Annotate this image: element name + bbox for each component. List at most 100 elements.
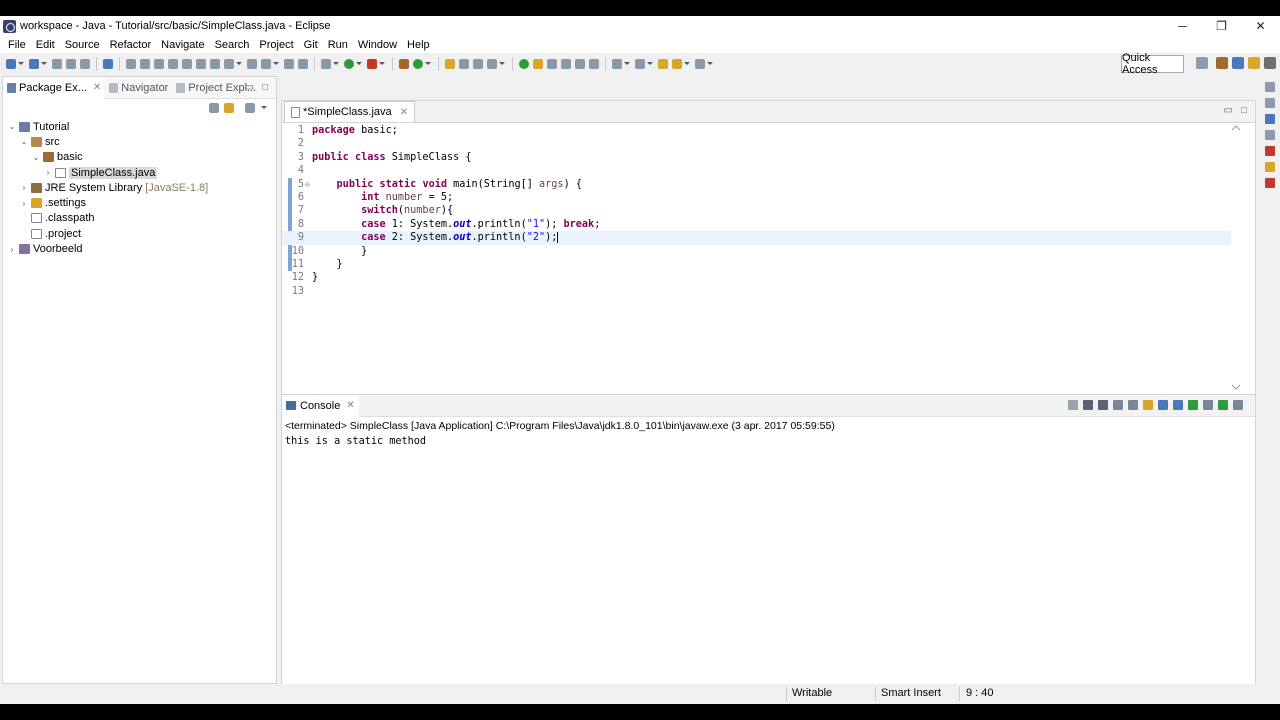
maximize-editor-icon[interactable]: □ bbox=[1241, 105, 1247, 116]
back-icon[interactable] bbox=[672, 59, 682, 69]
open-dropdown-icon[interactable] bbox=[41, 62, 47, 66]
tree-item-jre-library[interactable]: › JRE System Library [JavaSE-1.8] bbox=[3, 180, 276, 195]
error-log-icon[interactable] bbox=[1265, 146, 1275, 156]
step-into-icon[interactable] bbox=[140, 59, 150, 69]
code-line[interactable]: 7 switch(number){ bbox=[282, 204, 1231, 217]
save-all-icon[interactable] bbox=[66, 59, 76, 69]
open-perspective-icon[interactable] bbox=[1196, 57, 1208, 69]
disconnect-icon[interactable] bbox=[247, 59, 257, 69]
java-ee-perspective-icon[interactable] bbox=[1216, 57, 1228, 69]
step-filter-icon[interactable] bbox=[284, 59, 294, 69]
open-type-icon[interactable] bbox=[445, 59, 455, 69]
use-step-filters-icon[interactable] bbox=[196, 59, 206, 69]
expand-arrow-icon[interactable]: › bbox=[43, 168, 53, 177]
menu-help[interactable]: Help bbox=[402, 39, 435, 51]
expand-arrow-icon[interactable]: › bbox=[19, 183, 29, 192]
code-line[interactable]: 6 int number = 5; bbox=[282, 191, 1231, 204]
last-edit-location-icon[interactable] bbox=[658, 59, 668, 69]
new-class-dropdown-icon[interactable] bbox=[425, 62, 431, 66]
forward-icon[interactable] bbox=[695, 59, 705, 69]
remove-launch-icon[interactable] bbox=[1082, 400, 1093, 410]
minimize-button[interactable]: ─ bbox=[1163, 16, 1202, 36]
skip-breakpoints-icon[interactable] bbox=[126, 59, 136, 69]
collapse-arrow-icon[interactable]: ⌄ bbox=[7, 122, 17, 131]
expand-arrow-icon[interactable]: › bbox=[19, 199, 29, 208]
tab-package-explorer[interactable]: Package Ex... ✕ bbox=[3, 76, 106, 99]
menu-project[interactable]: Project bbox=[254, 39, 298, 51]
editor-vertical-scrollbar[interactable] bbox=[1229, 123, 1243, 393]
scroll-lock-icon[interactable] bbox=[1127, 400, 1138, 410]
git-perspective-icon[interactable] bbox=[1248, 57, 1260, 69]
problems-icon[interactable] bbox=[1265, 130, 1275, 140]
restore-button[interactable]: ❐ bbox=[1202, 16, 1241, 36]
menu-run[interactable]: Run bbox=[323, 39, 353, 51]
view-menu-icon[interactable] bbox=[261, 106, 267, 110]
new-java-package-icon[interactable] bbox=[399, 59, 409, 69]
code-line[interactable]: 11 } bbox=[282, 258, 1231, 271]
menu-file[interactable]: File bbox=[3, 39, 31, 51]
menu-git[interactable]: Git bbox=[299, 39, 323, 51]
code-line[interactable]: 9 case 2: System.out.println("2"); bbox=[282, 231, 1231, 245]
task-list-icon[interactable] bbox=[1265, 98, 1275, 108]
search-icon[interactable] bbox=[473, 59, 483, 69]
tree-item-simpleclass-java[interactable]: › SimpleClass.java bbox=[3, 165, 276, 180]
show-source-icon[interactable] bbox=[575, 59, 585, 69]
fold-toggle-icon[interactable]: ⊖ bbox=[305, 178, 310, 191]
run-dropdown-icon[interactable] bbox=[356, 62, 362, 66]
external-tools-dropdown-icon[interactable] bbox=[379, 62, 385, 66]
menu-search[interactable]: Search bbox=[210, 39, 255, 51]
tab-simpleclass-java[interactable]: *SimpleClass.java ✕ bbox=[284, 101, 416, 122]
resume-icon[interactable] bbox=[210, 59, 220, 69]
suspend-icon[interactable] bbox=[224, 59, 234, 69]
annotation-icon[interactable] bbox=[487, 59, 497, 69]
minimize-panel-icon[interactable]: ▭ bbox=[245, 82, 254, 93]
focus-icon[interactable] bbox=[245, 103, 255, 113]
quick-access-field[interactable]: Quick Access bbox=[1121, 52, 1184, 76]
tree-item-basic[interactable]: ⌄ basic bbox=[3, 150, 276, 165]
previous-annotation-icon[interactable] bbox=[635, 59, 645, 69]
back-dropdown-icon[interactable] bbox=[684, 62, 690, 66]
word-wrap-icon[interactable] bbox=[1142, 400, 1153, 410]
code-line[interactable]: 13 bbox=[282, 285, 1231, 298]
toggle-block-selection-icon[interactable] bbox=[547, 59, 557, 69]
new-java-class-icon[interactable] bbox=[413, 59, 423, 69]
java-perspective-icon[interactable] bbox=[1232, 57, 1244, 69]
console-minimize-icon[interactable] bbox=[1232, 400, 1243, 410]
tree-item-tutorial[interactable]: ⌄ Tutorial bbox=[3, 119, 276, 134]
code-line[interactable]: 2 bbox=[282, 137, 1231, 150]
open-icon[interactable] bbox=[29, 59, 39, 69]
open-task-icon[interactable] bbox=[459, 59, 469, 69]
debug-dropdown-icon[interactable] bbox=[236, 62, 242, 66]
annotation-dropdown-icon[interactable] bbox=[499, 62, 505, 66]
menu-edit[interactable]: Edit bbox=[31, 39, 60, 51]
save-icon[interactable] bbox=[52, 59, 62, 69]
bookmarks-icon[interactable] bbox=[1265, 162, 1275, 172]
outline-icon[interactable] bbox=[1265, 82, 1275, 92]
tab-navigator[interactable]: Navigator bbox=[105, 77, 172, 99]
tree-item-project[interactable]: .project bbox=[3, 226, 276, 241]
code-line[interactable]: 8 case 1: System.out.println("1"); break… bbox=[282, 218, 1231, 231]
tree-item-src[interactable]: ⌄ src bbox=[3, 134, 276, 149]
drop-to-frame-icon[interactable] bbox=[182, 59, 192, 69]
paragraph-icon[interactable] bbox=[589, 59, 599, 69]
terminate-icon[interactable] bbox=[261, 59, 271, 69]
collapse-all-icon[interactable] bbox=[209, 103, 219, 113]
clear-console-icon[interactable] bbox=[1112, 400, 1123, 410]
new-icon[interactable] bbox=[6, 59, 16, 69]
tab-console[interactable]: Console ✕ bbox=[282, 394, 359, 417]
open-console-icon[interactable] bbox=[1217, 400, 1228, 410]
debug-perspective-icon[interactable] bbox=[1264, 57, 1276, 69]
toggle-word-wrap-icon[interactable] bbox=[533, 59, 543, 69]
show-whitespace-icon[interactable] bbox=[561, 59, 571, 69]
menu-navigate[interactable]: Navigate bbox=[156, 39, 209, 51]
external-tools-icon[interactable] bbox=[367, 59, 377, 69]
code-line[interactable]: 5 ⊖ public static void main(String[] args… bbox=[282, 178, 1231, 191]
code-line[interactable]: 1 package basic; bbox=[282, 124, 1231, 137]
show-on-stderr-icon[interactable] bbox=[1172, 400, 1183, 410]
display-selected-console-icon[interactable] bbox=[1202, 400, 1213, 410]
forward-dropdown-icon[interactable] bbox=[707, 62, 713, 66]
menu-refactor[interactable]: Refactor bbox=[105, 39, 157, 51]
run-icon[interactable] bbox=[344, 59, 354, 69]
tree-item-classpath[interactable]: .classpath bbox=[3, 211, 276, 226]
toggle-mark-occurrences-icon[interactable] bbox=[519, 59, 529, 69]
